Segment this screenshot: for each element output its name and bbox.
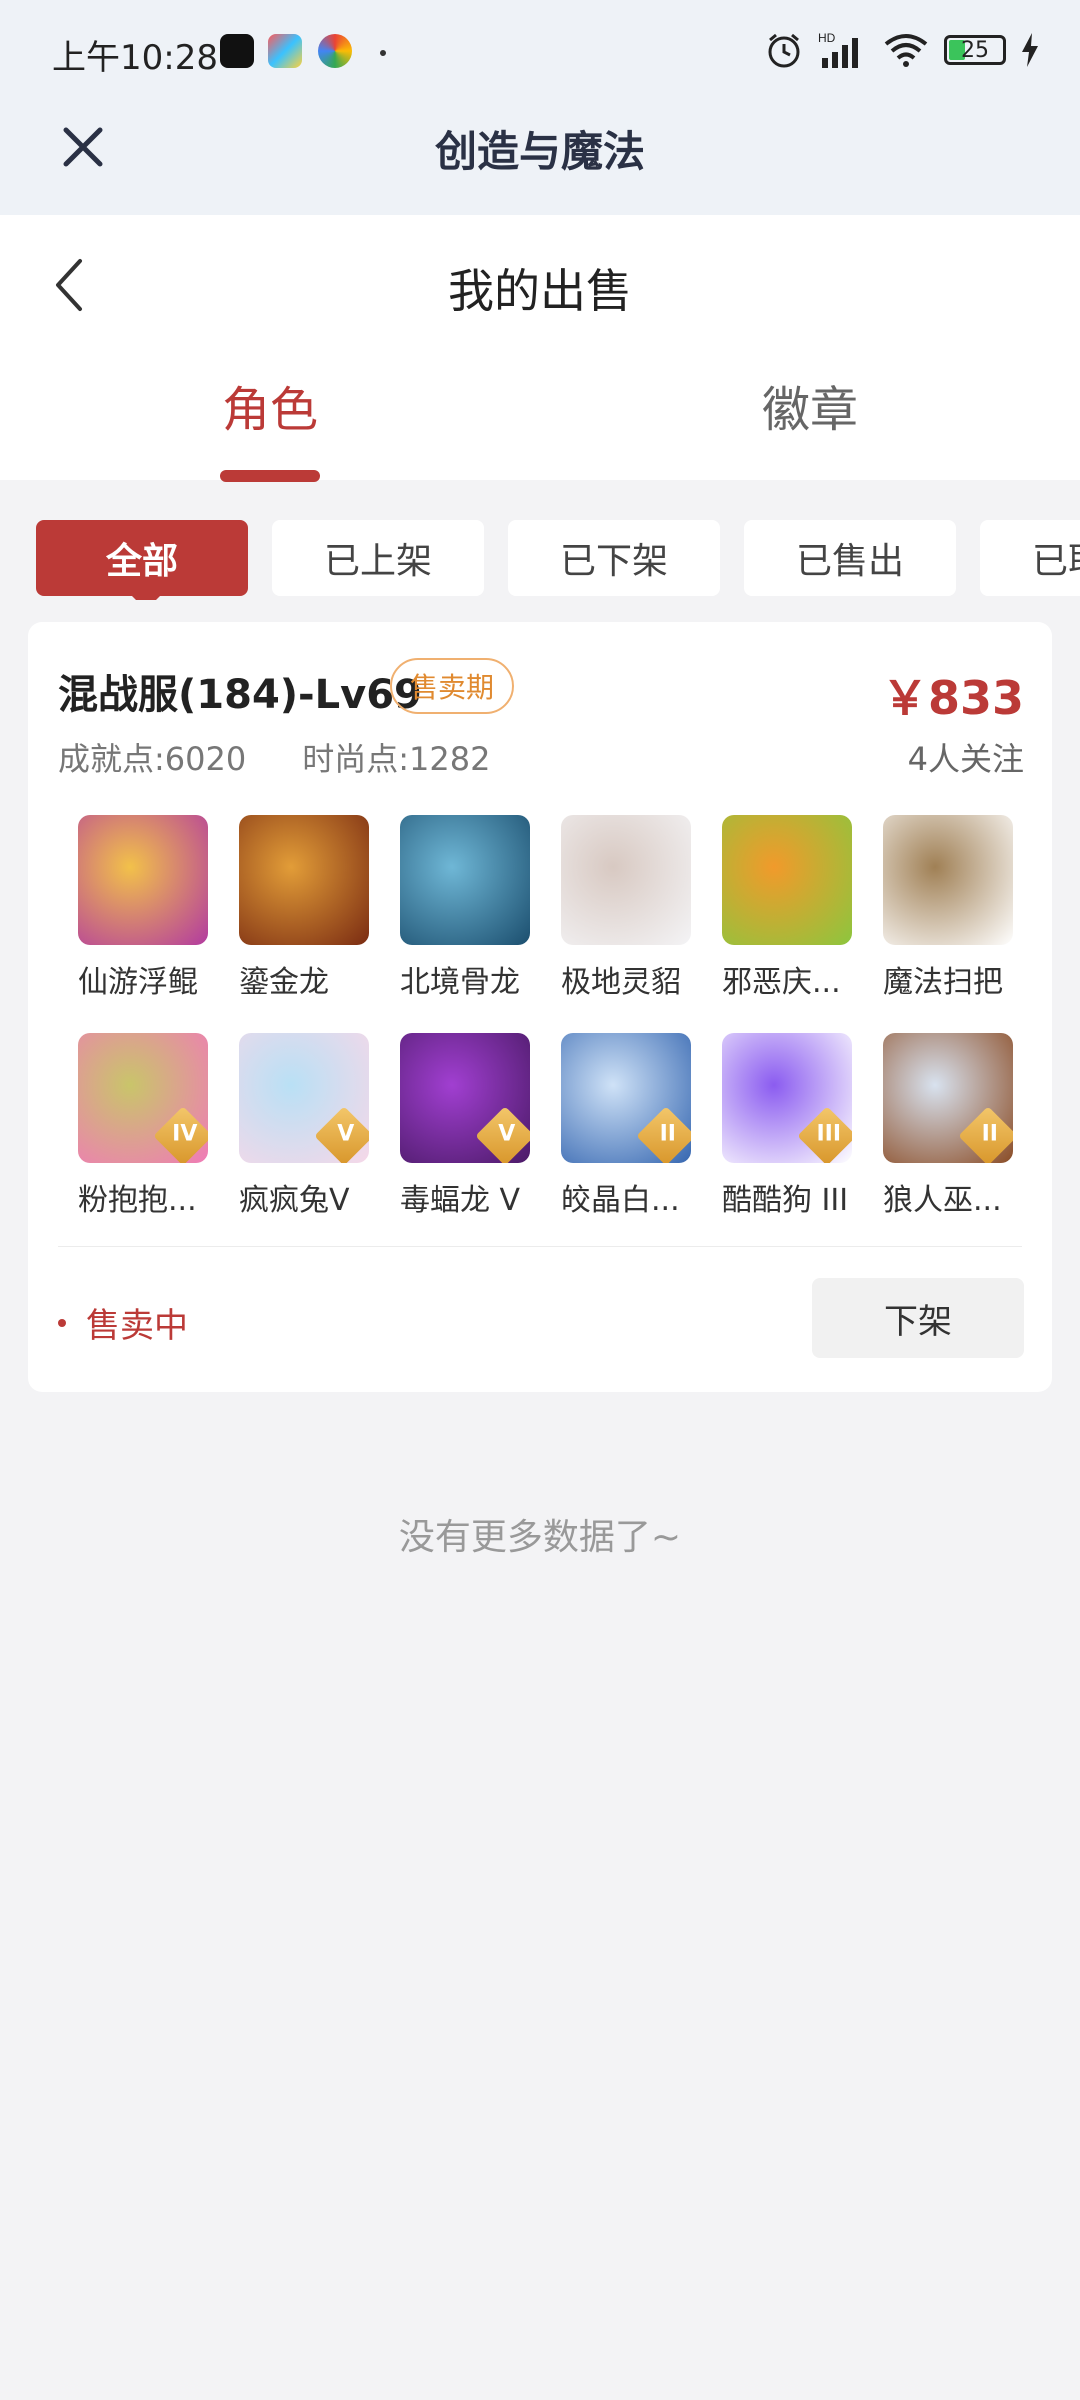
- item-label: 魔法扫把: [883, 965, 1003, 1000]
- app-header: 创造与魔法: [0, 100, 1080, 215]
- follower-count: 4人关注: [907, 740, 1024, 778]
- tier-badge: IV: [153, 1106, 208, 1163]
- app-notification-icon: [220, 34, 254, 68]
- filter-listed[interactable]: 已上架: [272, 520, 484, 596]
- tier-label: V: [498, 1121, 516, 1147]
- item-thumbnail[interactable]: V 疯疯兔V: [201, 1033, 369, 1219]
- item-label: 皎晶白...: [561, 1183, 680, 1218]
- item-thumbnail[interactable]: 鎏金龙: [201, 815, 369, 1001]
- achievement-points: 成就点:6020: [58, 740, 247, 778]
- item-image: [239, 815, 369, 945]
- sale-status-label: 售卖中: [86, 1306, 188, 1346]
- status-time: 上午10:28: [52, 38, 218, 78]
- filter-bar: 全部 已上架 已下架 已售出 已取消: [0, 520, 1080, 600]
- dot-icon: [380, 50, 386, 56]
- tab-bar: 角色 徽章: [0, 360, 1080, 482]
- tier-badge: II: [636, 1106, 691, 1163]
- filter-sold[interactable]: 已售出: [744, 520, 956, 596]
- status-right: HD 25: [764, 30, 1040, 70]
- top-bar: 上午10:28 HD 25 创造与魔法: [0, 0, 1080, 215]
- item-label: 疯疯兔V: [239, 1183, 350, 1218]
- item-thumbnail[interactable]: 仙游浮鲲: [40, 815, 208, 1001]
- item-label: 仙游浮鲲: [78, 965, 198, 1000]
- page-header: 我的出售 角色 徽章: [0, 215, 1080, 482]
- item-label: 邪恶庆...: [722, 965, 841, 1000]
- item-thumbnail[interactable]: 邪恶庆...: [684, 815, 852, 1001]
- fashion-points: 时尚点:1282: [302, 740, 491, 778]
- item-image: II: [561, 1033, 691, 1163]
- item-image: [722, 815, 852, 945]
- status-bar: 上午10:28 HD 25: [0, 0, 1080, 100]
- charging-icon: [1022, 33, 1038, 67]
- item-label: 粉抱抱...: [78, 1183, 197, 1218]
- app-notification-icon: [318, 34, 352, 68]
- battery-level: 25: [961, 37, 989, 63]
- sale-status: 售卖中: [58, 1298, 188, 1347]
- status-dot: [58, 1318, 66, 1327]
- tier-badge: V: [475, 1106, 530, 1163]
- item-label: 鎏金龙: [239, 965, 329, 1000]
- alarm-icon: [768, 33, 800, 68]
- delist-button[interactable]: 下架: [812, 1278, 1024, 1358]
- filter-cancelled[interactable]: 已取消: [980, 520, 1080, 596]
- item-thumbnail[interactable]: II 皎晶白...: [523, 1033, 691, 1219]
- tier-badge: II: [958, 1106, 1013, 1163]
- signal-label: HD: [818, 31, 836, 45]
- filter-delisted[interactable]: 已下架: [508, 520, 720, 596]
- item-label: 极地灵貂: [561, 965, 681, 1000]
- tier-label: II: [981, 1121, 998, 1147]
- tab-badge[interactable]: 徽章: [710, 370, 910, 440]
- tab-role[interactable]: 角色: [170, 370, 370, 440]
- item-image: III: [722, 1033, 852, 1163]
- tier-badge: V: [314, 1106, 369, 1163]
- filter-all[interactable]: 全部: [36, 520, 248, 600]
- item-thumbnail[interactable]: 魔法扫把: [845, 815, 1013, 1001]
- status-badge: 售卖期: [390, 658, 515, 714]
- listing-meta: 成就点:6020 时尚点:1282: [58, 734, 490, 780]
- item-image: [400, 815, 530, 945]
- item-label: 狼人巫...: [883, 1183, 1002, 1218]
- app-title: 创造与魔法: [434, 127, 645, 176]
- tab-indicator: [220, 470, 320, 482]
- item-label: 北境骨龙: [400, 965, 520, 1000]
- item-image: [883, 815, 1013, 945]
- tier-label: II: [659, 1121, 676, 1147]
- item-image: [561, 815, 691, 945]
- tier-label: IV: [172, 1121, 198, 1147]
- listing-card[interactable]: 混战服(184)-Lv69 售卖期 ￥833 成就点:6020 时尚点:1282…: [28, 622, 1052, 1392]
- item-image: IV: [78, 1033, 208, 1163]
- item-image: [78, 815, 208, 945]
- item-thumbnail[interactable]: 北境骨龙: [362, 815, 530, 1001]
- item-label: 酷酷狗 III: [722, 1183, 849, 1218]
- tier-badge: III: [797, 1106, 852, 1163]
- item-thumbnail[interactable]: III 酷酷狗 III: [684, 1033, 852, 1219]
- battery-icon: 25: [944, 35, 1006, 65]
- item-image: V: [239, 1033, 369, 1163]
- item-label: 毒蝠龙 V: [400, 1183, 521, 1218]
- item-image: V: [400, 1033, 530, 1163]
- item-thumbnail[interactable]: II 狼人巫...: [845, 1033, 1013, 1219]
- no-more-data: 没有更多数据了~: [398, 1517, 682, 1558]
- tier-label: III: [816, 1121, 842, 1147]
- tier-label: V: [337, 1121, 355, 1147]
- item-image: II: [883, 1033, 1013, 1163]
- listing-price: ￥833: [881, 671, 1024, 725]
- wifi-icon: [884, 34, 928, 67]
- signal-icon: HD: [818, 31, 858, 68]
- app-notification-icon: [268, 34, 302, 68]
- item-thumbnail[interactable]: IV 粉抱抱...: [40, 1033, 208, 1219]
- divider: [58, 1246, 1022, 1247]
- item-thumbnail[interactable]: 极地灵貂: [523, 815, 691, 1001]
- listing-name: 混战服(184)-Lv69: [58, 672, 422, 718]
- item-thumbnail[interactable]: V 毒蝠龙 V: [362, 1033, 530, 1219]
- page-title: 我的出售: [448, 264, 632, 318]
